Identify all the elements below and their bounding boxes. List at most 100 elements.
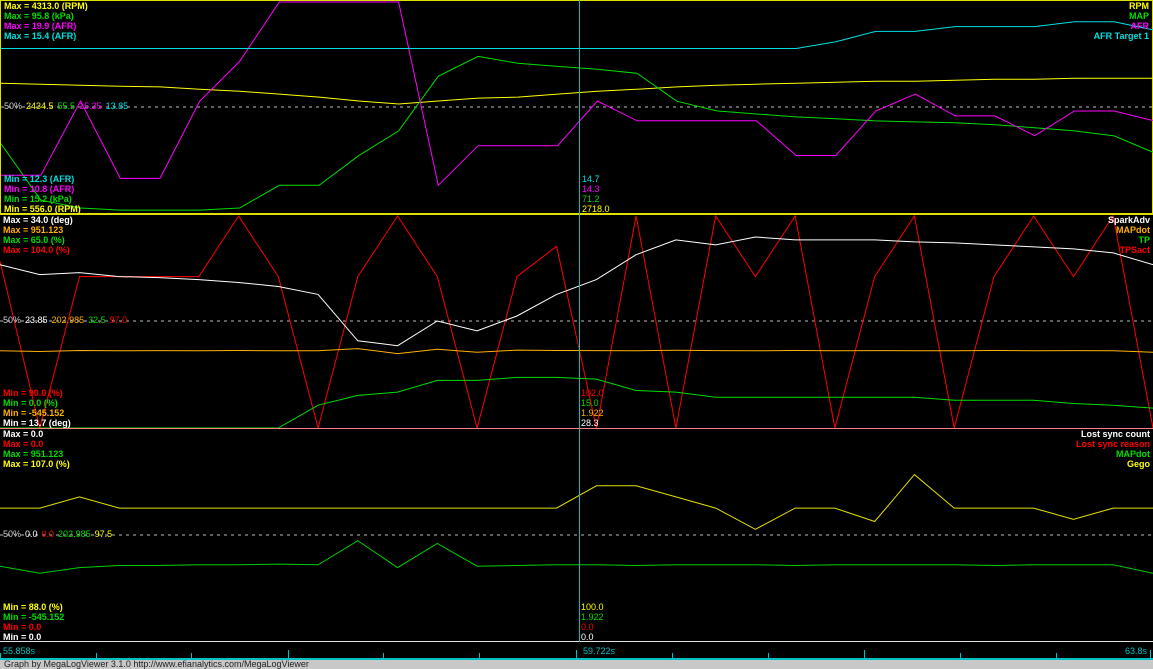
mid-values: 50% 0.0 0.0 202.985 97.5 [3,529,116,539]
legend-rpm[interactable]: RPM [1094,1,1149,11]
tick [768,653,769,658]
time-cursor[interactable] [579,0,580,660]
max-mapdot: Max = 951.123 [3,225,64,235]
mid-afr: 15.35 [79,101,102,111]
legend: Lost sync count Lost sync reason MAPdot … [1076,429,1150,469]
min-tpsact: Min = 90.0 (%) [3,388,63,398]
tick [576,650,577,658]
mid-rpm: 2434.5 [26,101,54,111]
tick [672,653,673,658]
tick [383,653,384,658]
min-rpm: Min = 556.0 (RPM) [4,204,81,214]
mid-afr-target: 13.85 [105,101,129,111]
cursor-sparkadv: 28.3 [581,418,599,428]
legend-sparkadv[interactable]: SparkAdv [1108,215,1150,225]
trace-gego [0,473,1153,530]
chart-panel-sync-gego[interactable]: Max = 0.0 Max = 0.0 Max = 951.123 Max = … [0,428,1153,642]
min-afr-target: Min = 12.3 (AFR) [4,174,75,184]
min-labels: Min = 90.0 (%) Min = 0.0 (%) Min = -545.… [3,388,71,428]
max-mapdot: Max = 951.123 [3,449,64,459]
mid-mapdot: 202.985 [58,529,91,539]
max-afr: Max = 19.9 (AFR) [4,21,77,31]
min-tp: Min = 0.0 (%) [3,398,58,408]
max-labels: Max = 34.0 (deg) Max = 951.123 Max = 65.… [3,215,73,255]
cursor-values: 14.7 14.3 71.2 2718.0 [582,174,610,214]
cursor-tpsact: 102.0 [581,388,604,398]
tick [1150,650,1151,658]
trace-mapdot [0,540,1153,574]
chart-panel-rpm-map-afr[interactable]: Max = 4313.0 (RPM) Max = 95.8 (kPa) Max … [0,0,1153,214]
mid-lost-sync-count: 0.0 [25,529,38,539]
time-axis[interactable]: 55.858s 59.722s 63.8s [0,642,1153,660]
cursor-rpm: 2718.0 [582,204,610,214]
tick [96,653,97,658]
cursor-gego: 100.0 [581,602,604,612]
legend-afr[interactable]: AFR [1094,21,1150,31]
mid-percent: 50% [3,529,22,539]
trace-tpsact [0,215,1153,429]
cursor-values: 100.0 1.922 0.0 0.0 [581,602,604,642]
mid-sparkadv: 23.85 [25,315,48,325]
trace-afr [1,1,1153,187]
max-sparkadv: Max = 34.0 (deg) [3,215,73,225]
cursor-afr-target: 14.7 [582,174,600,184]
legend-mapdot[interactable]: MAPdot [1076,449,1150,459]
tick [0,653,1,658]
time-start: 55.858s [3,646,36,656]
plot-area [1,1,1153,211]
trace-tp [0,376,1153,429]
legend-tpsact[interactable]: TPSact [1108,245,1150,255]
mid-map: 55.5 [57,101,76,111]
mid-values: 50% 23.85 202.985 32.5 97.0 [3,315,131,325]
min-afr: Min = 10.8 (AFR) [4,184,75,194]
time-end: 63.8s [1124,646,1147,656]
legend-lost-sync-count[interactable]: Lost sync count [1076,429,1150,439]
min-labels: Min = 88.0 (%) Min = -545.152 Min = 0.0 … [3,602,64,642]
cursor-mapdot: 1.922 [581,612,604,622]
cursor-mapdot: 1.922 [581,408,604,418]
legend-gego[interactable]: Gego [1076,459,1150,469]
min-gego: Min = 88.0 (%) [3,602,63,612]
max-map: Max = 95.8 (kPa) [4,11,74,21]
mid-mapdot: 202.985 [51,315,85,325]
legend: SparkAdv MAPdot TP TPSact [1108,215,1150,255]
legend-lost-sync-reason[interactable]: Lost sync reason [1076,439,1150,449]
plot-area [0,215,1153,429]
mid-lost-sync-reason: 0.0 [41,529,55,539]
min-lost-sync-reason: Min = 0.0 [3,622,42,632]
cursor-tp: 15.0 [581,398,599,408]
tick [191,653,192,658]
max-rpm: Max = 4313.0 (RPM) [4,1,88,11]
mid-percent: 50% [3,315,22,325]
max-labels: Max = 4313.0 (RPM) Max = 95.8 (kPa) Max … [4,1,88,41]
footer-credit: Graph by MegaLogViewer 3.1.0 http://www.… [0,660,1153,669]
tick [1056,653,1057,658]
cursor-map: 71.2 [582,194,600,204]
tick [479,653,480,658]
legend-tp[interactable]: TP [1108,235,1150,245]
max-lost-sync-count: Max = 0.0 [3,429,44,439]
max-lost-sync-reason: Max = 0.0 [3,439,44,449]
plot-area [0,473,1153,574]
cursor-values: 102.0 15.0 1.922 28.3 [581,388,604,428]
max-tpsact: Max = 104.0 (%) [3,245,70,255]
min-mapdot: Min = -545.152 [3,612,65,622]
min-labels: Min = 12.3 (AFR) Min = 10.8 (AFR) Min = … [4,174,81,214]
cursor-afr: 14.3 [582,184,600,194]
max-labels: Max = 0.0 Max = 0.0 Max = 951.123 Max = … [3,429,70,469]
max-tp: Max = 65.0 (%) [3,235,65,245]
mid-tp: 32.5 [88,315,106,325]
mid-tpsact: 97.0 [109,315,128,325]
trace-mapdot [0,348,1153,355]
min-lost-sync-count: Min = 0.0 [3,632,42,642]
legend-mapdot[interactable]: MAPdot [1108,225,1150,235]
legend-map[interactable]: MAP [1094,11,1149,21]
trace-rpm [1,77,1153,105]
legend-afr-target[interactable]: AFR Target 1 [1094,31,1149,41]
mid-values: 50% 2434.5 55.5 15.35 13.85 [4,101,132,111]
legend: RPM MAP AFR AFR Target 1 [1094,1,1149,41]
cursor-lost-sync-reason: 0.0 [581,622,594,632]
chart-panel-spark-tp[interactable]: Max = 34.0 (deg) Max = 951.123 Max = 65.… [0,214,1153,429]
tick [864,650,865,658]
tick [960,653,961,658]
